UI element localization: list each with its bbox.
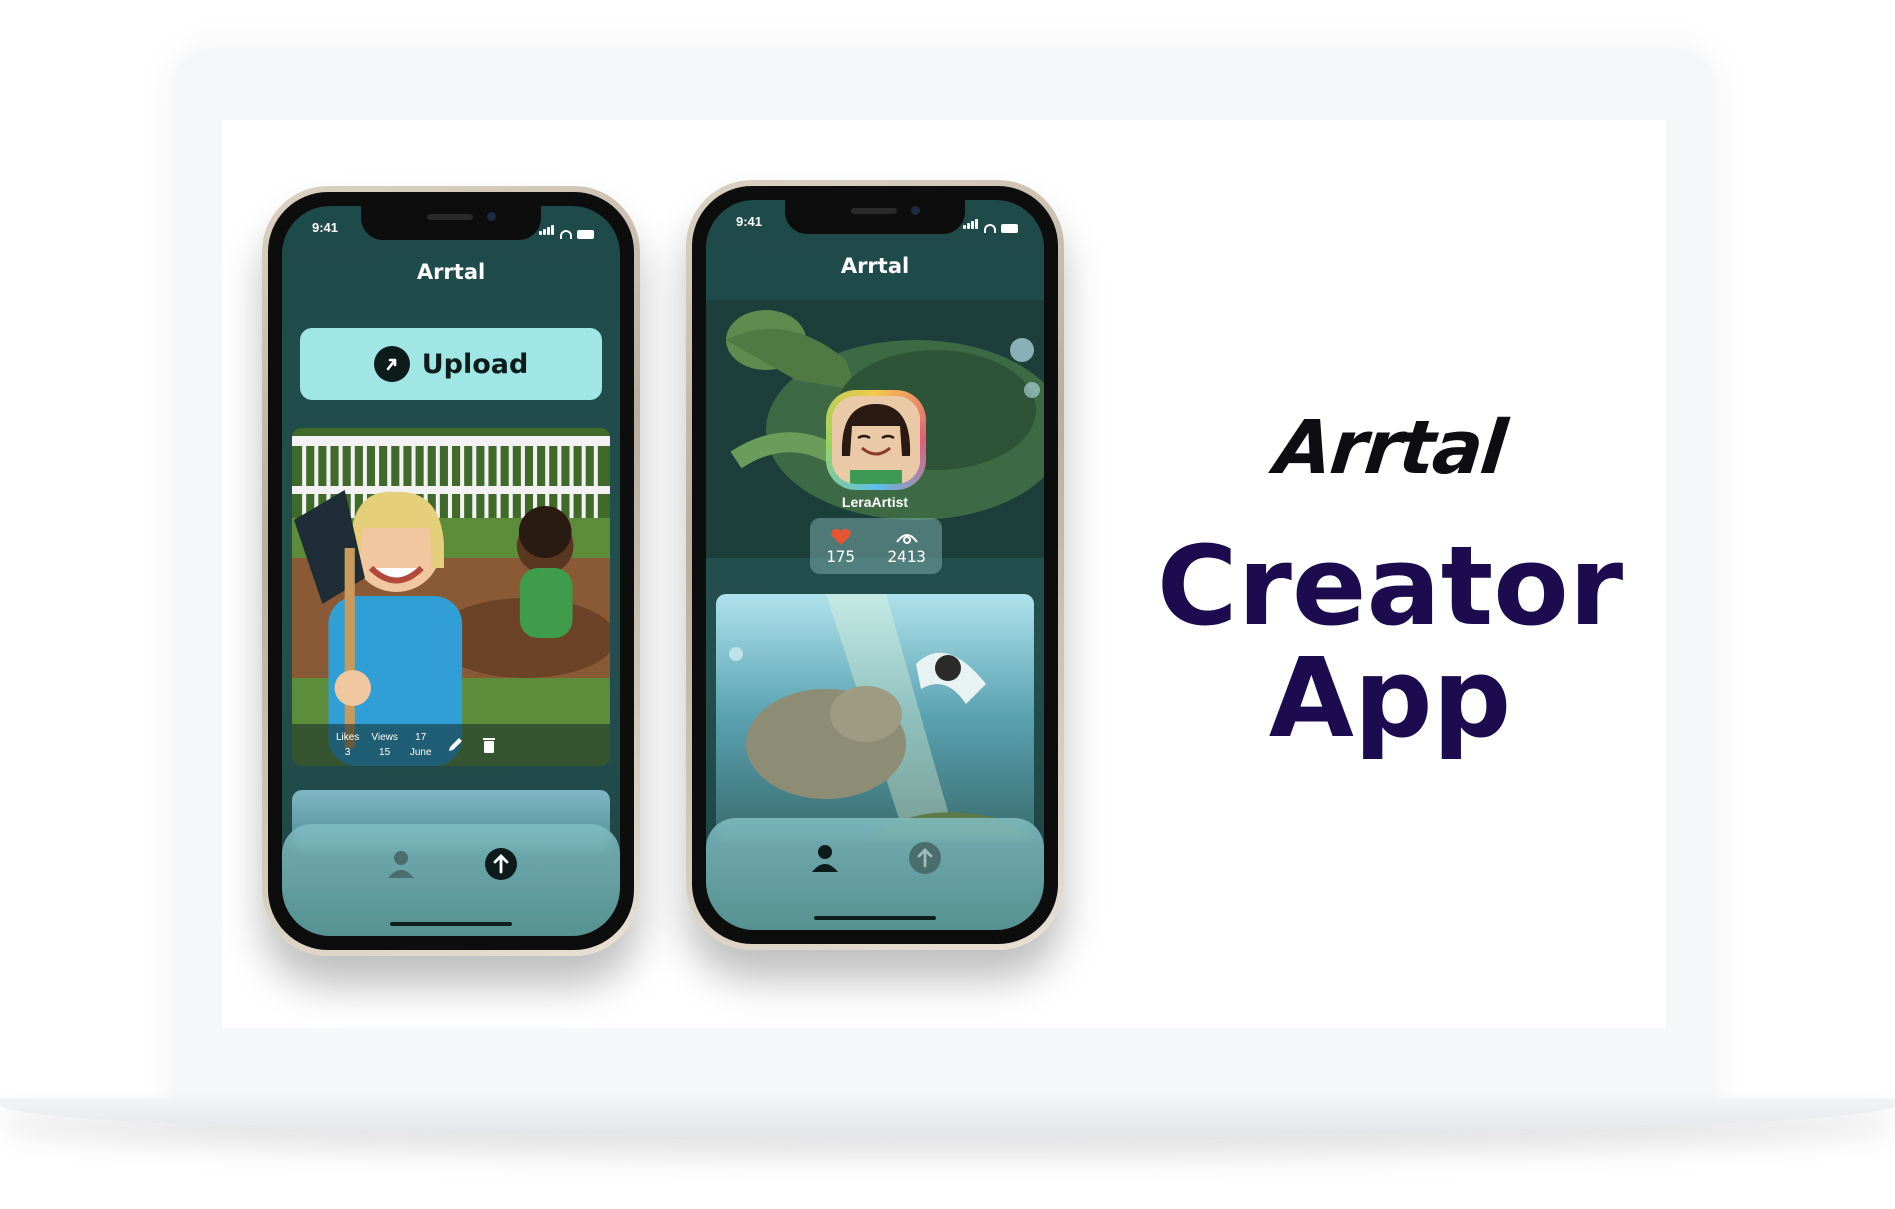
tab-profile[interactable]: [805, 838, 845, 878]
subtitle-line-2: App: [1268, 634, 1512, 762]
profile-icon: [388, 851, 414, 878]
phone-bezel: 9:41 Arrtal Upload Likes 3 Views 15 17 J…: [268, 192, 634, 950]
upload-icon: [909, 842, 941, 874]
battery-icon: [577, 230, 594, 239]
likes-stat: 175: [826, 528, 855, 568]
signal-icon: [539, 220, 555, 239]
profile-stats: 175 2413: [810, 518, 942, 574]
likes-stat: Likes 3: [336, 730, 359, 760]
tab-upload[interactable]: [481, 844, 521, 884]
views-stat: 2413: [887, 528, 926, 568]
upload-button[interactable]: Upload: [300, 328, 602, 400]
tab-upload[interactable]: [905, 838, 945, 878]
battery-icon: [1001, 224, 1018, 233]
wifi-icon: [560, 230, 572, 239]
phone-screen: 9:41 Arrtal Upload Likes 3 Views 15 17 J…: [282, 206, 620, 936]
manatee-artwork: [716, 594, 1034, 840]
likes-value: 3: [344, 747, 351, 758]
brand-subtitle: Creator App: [1140, 530, 1640, 754]
date-month: June: [409, 747, 432, 758]
phone-notch: [361, 206, 541, 240]
subtitle-line-1: Creator: [1156, 522, 1624, 650]
views-value: 15: [379, 747, 391, 758]
status-time: 9:41: [736, 214, 763, 229]
profile-icon: [812, 845, 838, 872]
home-indicator: [390, 922, 512, 926]
views-stat: Views 15: [371, 730, 398, 760]
tab-bar: [706, 818, 1044, 930]
upload-arrow-icon: [373, 346, 410, 382]
avatar-portrait: [832, 396, 920, 484]
app-title: Arrtal: [416, 260, 486, 284]
garden-artwork: [292, 428, 610, 766]
edit-icon[interactable]: [444, 734, 466, 756]
avatar[interactable]: [826, 390, 926, 490]
heart-icon: [831, 528, 851, 545]
views-label: Views: [371, 732, 398, 743]
profile-username: LeraArtist: [841, 494, 909, 510]
likes-label: Likes: [336, 732, 360, 743]
upload-icon: [485, 848, 517, 880]
phone-upload-screen: 9:41 Arrtal Upload Likes 3 Views 15 17 J…: [262, 186, 640, 956]
artwork-stats: Likes 3 Views 15 17 June: [336, 730, 500, 760]
phone-bezel: 9:41 Arrtal LeraArtist 175 2413: [692, 186, 1058, 944]
status-time: 9:41: [312, 220, 339, 235]
tab-bar: [282, 824, 620, 936]
views-count: 2413: [887, 547, 926, 566]
status-icons: [539, 220, 594, 239]
phone-screen: 9:41 Arrtal LeraArtist 175 2413: [706, 200, 1044, 930]
delete-icon[interactable]: [478, 734, 500, 756]
upload-label: Upload: [421, 348, 529, 380]
brand-logo-text: Arrtal: [1271, 405, 1509, 491]
app-title: Arrtal: [840, 254, 910, 278]
wifi-icon: [984, 224, 996, 233]
artwork-card[interactable]: [716, 594, 1034, 840]
tab-profile[interactable]: [381, 844, 421, 884]
signal-icon: [963, 214, 979, 233]
date-stat: 17 June: [410, 730, 432, 760]
date-day: 17: [415, 732, 427, 743]
likes-count: 175: [826, 547, 856, 566]
status-icons: [963, 214, 1018, 233]
phone-notch: [785, 200, 965, 234]
laptop-base: [0, 1098, 1895, 1138]
eye-icon: [895, 534, 918, 544]
artwork-card[interactable]: Likes 3 Views 15 17 June: [292, 428, 610, 766]
phone-profile-screen: 9:41 Arrtal LeraArtist 175 2413: [686, 180, 1064, 950]
home-indicator: [814, 916, 936, 920]
